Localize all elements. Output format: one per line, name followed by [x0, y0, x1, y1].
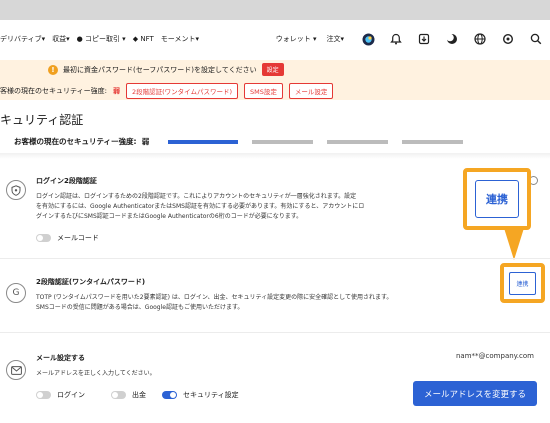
nav-item-copy-trade-label: コピー取引 ▾: [84, 35, 126, 43]
section-separator: [0, 258, 550, 259]
email-code-toggle[interactable]: [36, 234, 51, 242]
settings-icon[interactable]: [494, 29, 522, 49]
envelope-icon: [6, 360, 26, 380]
copy-trade-icon: ●: [76, 35, 83, 43]
banner-sms-button[interactable]: SMS設定: [244, 83, 283, 99]
totp-link-button[interactable]: 連携: [509, 272, 536, 295]
nav-item-earn[interactable]: 収益▾: [52, 34, 70, 44]
login-toggle-label: ログイン: [57, 391, 85, 399]
banner-message: 最初に資金パスワード(セーフパスワード)を設定してください: [63, 65, 257, 74]
security-toggle-label: セキュリティ設定: [183, 391, 239, 399]
callout-pointer: [504, 228, 524, 260]
login-toggle-group: ログイン: [36, 390, 85, 400]
coin-icon[interactable]: [354, 29, 382, 49]
nft-icon: ◆: [132, 35, 139, 43]
strength-label: お客様の現在のセキュリティー強度: 弱: [14, 136, 149, 147]
email-toggles: ログイン 出金 セキュリティ設定: [36, 390, 239, 400]
strength-bar: [327, 139, 389, 144]
withdraw-toggle-label: 出金: [132, 391, 146, 399]
download-icon[interactable]: [410, 29, 438, 49]
security-strength: お客様の現在のセキュリティー強度: 弱: [14, 136, 477, 147]
security-settings-toggle[interactable]: [162, 391, 177, 399]
nav-orders[interactable]: 注文▾: [326, 34, 344, 44]
strength-bar: [252, 139, 314, 144]
withdraw-toggle-group: 出金: [111, 390, 146, 400]
bell-icon[interactable]: [382, 29, 410, 49]
login-toggle[interactable]: [36, 391, 51, 399]
highlight-frame: 連携: [500, 263, 545, 303]
email-code-toggle-row: メールコード: [36, 233, 99, 243]
email-title: メール設定する: [36, 354, 85, 362]
login-2fa-desc-line: を有効にするには、Google AuthenticatorまたはSMS認証を有効…: [36, 203, 365, 210]
strength-label-text: お客様の現在のセキュリティー強度:: [14, 137, 137, 146]
email-description: メールアドレスを正しく入力してください。: [36, 370, 156, 377]
banner-level-row: 客様の現在のセキュリティー強度: 弱 2段階認証(ワンタイムパスワード) SMS…: [0, 83, 334, 99]
page-title: キュリティ認証: [0, 113, 84, 127]
nav-item-derivatives[interactable]: デリバティブ▾: [0, 34, 45, 44]
banner-level-value: 弱: [112, 87, 120, 95]
login-2fa-desc-line: グインするたびにSMS認証コードまたはGoogle Authenticatorの…: [36, 213, 303, 220]
globe-icon[interactable]: [466, 29, 494, 49]
browser-top-strip: [0, 0, 550, 20]
login-2fa-description: ログイン認証は、ログインするための2段階認証です。これによりアカウントのセキュリ…: [36, 192, 364, 222]
totp-desc-line: SMSコードの受信に問題がある場合は、Google認証もご使用いただけます。: [36, 304, 244, 311]
nav-item-nft-label: NFT: [140, 35, 154, 43]
strength-value: 弱: [141, 137, 150, 146]
email-code-label: メールコード: [57, 234, 99, 242]
strength-bar: [168, 139, 239, 144]
banner-2fa-button[interactable]: 2段階認証(ワンタイムパスワード): [125, 83, 239, 99]
totp-desc-line: TOTP (ワンタイムパスワードを用いた2要素認証) は、ログイン、出金、セキュ…: [36, 294, 393, 301]
nav-item-copy-trade[interactable]: ● コピー取引 ▾: [77, 34, 126, 44]
top-navigation: デリバティブ▾ 収益▾ ● コピー取引 ▾ ◆ NFT モーメント▾ ウォレット…: [0, 20, 550, 60]
link-button-zoomed[interactable]: 連携: [475, 180, 519, 218]
nav-menu: デリバティブ▾ 収益▾ ● コピー取引 ▾ ◆ NFT モーメント▾: [0, 34, 199, 44]
banner-email-button[interactable]: メール設定: [288, 83, 334, 99]
withdraw-toggle[interactable]: [111, 391, 126, 399]
section-divider: [0, 153, 550, 159]
security-toggle-group: セキュリティ設定: [162, 390, 239, 400]
google-icon: G: [6, 283, 26, 303]
banner-message-row: ! 最初に資金パスワード(セーフパスワード)を設定してください 設定: [48, 63, 284, 76]
highlight-frame: 連携: [463, 168, 531, 230]
security-warning-banner: ! 最初に資金パスワード(セーフパスワード)を設定してください 設定 客様の現在…: [0, 60, 550, 100]
banner-level-label: 客様の現在のセキュリティー強度:: [0, 87, 107, 95]
email-address: nam**@company.com: [456, 352, 534, 360]
warning-icon: !: [48, 64, 58, 75]
nav-item-nft[interactable]: ◆ NFT: [133, 35, 154, 43]
nav-wallet[interactable]: ウォレット ▾: [276, 34, 317, 44]
totp-description: TOTP (ワンタイムパスワードを用いた2要素認証) は、ログイン、出金、セキュ…: [36, 293, 392, 313]
nav-right: ウォレット ▾ 注文▾: [276, 29, 550, 49]
theme-icon[interactable]: [438, 29, 466, 49]
change-email-button[interactable]: メールアドレスを変更する: [413, 381, 537, 406]
set-password-button[interactable]: 設定: [261, 63, 284, 76]
nav-item-moments[interactable]: モーメント▾: [161, 34, 199, 44]
search-icon[interactable]: [522, 29, 550, 49]
section-separator: [0, 332, 550, 333]
login-2fa-title: ログイン2段階認証: [36, 177, 97, 185]
totp-title: 2段階認証(ワンタイムパスワード): [36, 278, 146, 286]
login-2fa-desc-line: ログイン認証は、ログインするための2段階認証です。これによりアカウントのセキュリ…: [36, 193, 357, 200]
strength-bar: [402, 139, 464, 144]
shield-icon: [6, 180, 26, 200]
